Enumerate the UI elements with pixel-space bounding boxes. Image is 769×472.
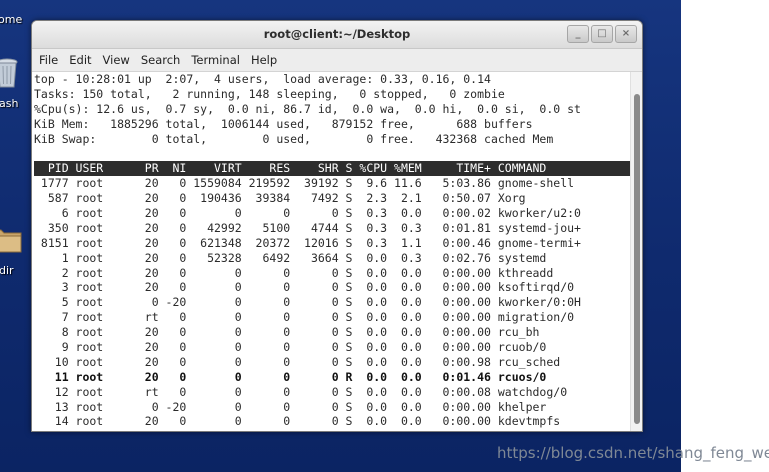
menu-file[interactable]: File — [35, 53, 62, 67]
top-output: top - 10:28:01 up 2:07, 4 users, load av… — [34, 72, 630, 429]
window-controls: _ □ × — [567, 25, 637, 43]
process-row: 3 root 20 0 0 0 0 S 0.0 0.0 0:00.00 ksof… — [34, 280, 575, 295]
summary-tasks-line: Tasks: 150 total, 2 running, 148 sleepin… — [34, 86, 505, 101]
terminal-window: root@client:~/Desktop _ □ × File Edit Vi… — [31, 20, 643, 432]
menu-bar: File Edit View Search Terminal Help — [32, 49, 642, 72]
process-row: 8151 root 20 0 621348 20372 12016 S 0.3 … — [34, 235, 581, 250]
process-row: 7 root rt 0 0 0 0 S 0.0 0.0 0:00.00 migr… — [34, 310, 575, 325]
process-row: 1 root 20 0 52328 6492 3664 S 0.0 0.3 0:… — [34, 250, 547, 265]
process-row: 13 root 0 -20 0 0 0 S 0.0 0.0 0:00.00 kh… — [34, 399, 547, 414]
menu-search[interactable]: Search — [137, 53, 185, 67]
trash-icon[interactable] — [0, 57, 18, 89]
folder-icon[interactable] — [0, 225, 22, 253]
summary-cpu-line: %Cpu(s): 12.6 us, 0.7 sy, 0.0 ni, 86.7 i… — [34, 101, 581, 116]
close-button[interactable]: × — [615, 25, 637, 43]
process-row: 350 root 20 0 42992 5100 4744 S 0.3 0.3 … — [34, 220, 581, 235]
process-row: 8 root 20 0 0 0 0 S 0.0 0.0 0:00.00 rcu_… — [34, 325, 540, 340]
minimize-button[interactable]: _ — [567, 25, 589, 43]
process-row: 12 root rt 0 0 0 0 S 0.0 0.0 0:00.08 wat… — [34, 384, 568, 399]
terminal-scrollbar[interactable] — [630, 72, 642, 431]
maximize-button[interactable]: □ — [591, 25, 613, 43]
watermark-text: https://blog.csdn.net/shang_feng_wei — [497, 444, 769, 462]
process-row: 14 root 20 0 0 0 0 S 0.0 0.0 0:00.00 kde… — [34, 414, 561, 429]
process-row-highlighted: 11 root 20 0 0 0 0 R 0.0 0.0 0:01.46 rcu… — [34, 369, 547, 384]
summary-uptime-line: top - 10:28:01 up 2:07, 4 users, load av… — [34, 72, 491, 86]
process-table-header: PID USER PR NI VIRT RES SHR S %CPU %MEM … — [34, 161, 630, 177]
window-titlebar[interactable]: root@client:~/Desktop _ □ × — [32, 21, 642, 49]
process-row: 6 root 20 0 0 0 0 S 0.3 0.0 0:00.02 kwor… — [34, 206, 581, 221]
menu-terminal[interactable]: Terminal — [187, 53, 244, 67]
trash-icon-label[interactable]: ash — [0, 97, 18, 110]
home-icon-label[interactable]: ome — [0, 13, 22, 26]
window-title: root@client:~/Desktop — [263, 27, 411, 41]
process-row: 1777 root 20 0 1559084 219592 39192 S 9.… — [34, 176, 575, 191]
summary-mem-line: KiB Mem: 1885296 total, 1006144 used, 87… — [34, 116, 533, 131]
process-row: 9 root 20 0 0 0 0 S 0.0 0.0 0:00.00 rcuo… — [34, 340, 547, 355]
menu-view[interactable]: View — [99, 53, 134, 67]
menu-help[interactable]: Help — [247, 53, 281, 67]
folder-icon-label[interactable]: dir — [0, 264, 14, 277]
menu-edit[interactable]: Edit — [65, 53, 95, 67]
process-row: 587 root 20 0 190436 39384 7492 S 2.3 2.… — [34, 191, 526, 206]
summary-swap-line: KiB Swap: 0 total, 0 used, 0 free. 43236… — [34, 131, 554, 146]
terminal-output[interactable]: top - 10:28:01 up 2:07, 4 users, load av… — [32, 72, 642, 431]
process-row: 10 root 20 0 0 0 0 S 0.0 0.0 0:00.98 rcu… — [34, 354, 561, 369]
process-row: 2 root 20 0 0 0 0 S 0.0 0.0 0:00.00 kthr… — [34, 265, 554, 280]
process-row: 5 root 0 -20 0 0 0 S 0.0 0.0 0:00.00 kwo… — [34, 295, 581, 310]
scrollbar-thumb[interactable] — [634, 94, 640, 424]
